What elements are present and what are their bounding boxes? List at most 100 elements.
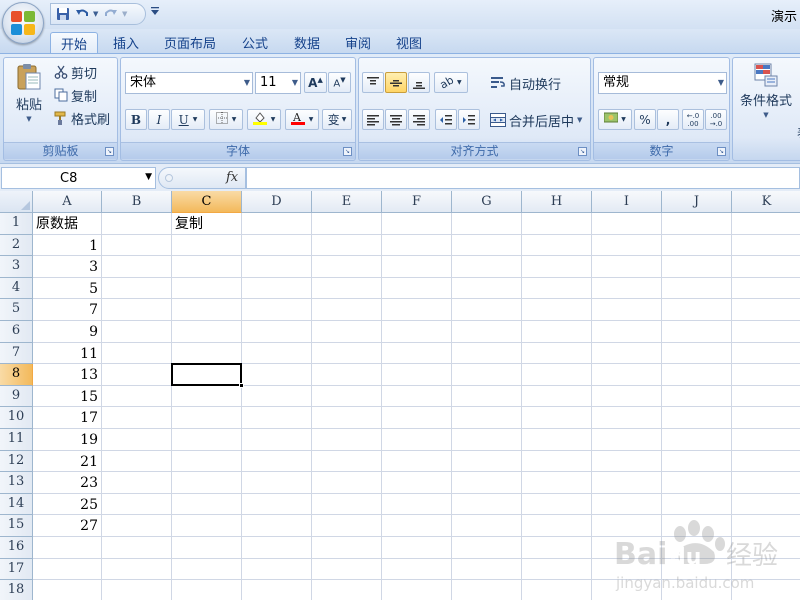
row-header-1[interactable]: 1 (0, 213, 33, 235)
cell-a5[interactable]: 7 (36, 301, 98, 320)
tab-home[interactable]: 开始 (50, 32, 98, 53)
cell-a10[interactable]: 17 (36, 409, 98, 428)
customize-qat-icon[interactable] (151, 6, 161, 22)
row-header-9[interactable]: 9 (0, 385, 33, 408)
row-header-8[interactable]: 8 (0, 364, 33, 386)
cell-a1[interactable]: 原数据 (36, 215, 98, 234)
align-top-button[interactable] (362, 72, 384, 93)
conditional-format-button[interactable]: 条件格式 ▼ (737, 62, 795, 138)
undo-dropdown-icon[interactable]: ▼ (93, 6, 100, 22)
underline-button[interactable]: U ▼ (171, 109, 205, 130)
active-cell-cursor[interactable] (171, 363, 242, 386)
tab-data[interactable]: 数据 (284, 32, 330, 53)
tab-view[interactable]: 视图 (386, 32, 432, 53)
row-header-3[interactable]: 3 (0, 256, 33, 278)
column-header-d[interactable]: D (242, 191, 312, 213)
column-header-b[interactable]: B (102, 191, 172, 213)
save-icon[interactable] (55, 6, 71, 22)
font-size-combo[interactable]: 11 ▼ (255, 72, 301, 94)
bold-button[interactable]: B (125, 109, 147, 130)
row-header-18[interactable]: 18 (0, 580, 33, 600)
office-button[interactable] (2, 2, 44, 44)
row-header-4[interactable]: 4 (0, 277, 33, 300)
row-header-5[interactable]: 5 (0, 299, 33, 321)
align-right-button[interactable] (408, 109, 430, 130)
paste-button[interactable]: 粘贴 ▼ (9, 62, 49, 138)
shrink-font-button[interactable]: A▼ (328, 72, 351, 93)
phonetic-button[interactable]: 变 ▼ (322, 109, 352, 130)
column-header-h[interactable]: H (522, 191, 592, 213)
column-header-j[interactable]: J (662, 191, 732, 213)
column-header-e[interactable]: E (312, 191, 382, 213)
tab-formulas[interactable]: 公式 (232, 32, 278, 53)
merge-center-button[interactable]: 合并后居中 ▼ (490, 109, 582, 131)
tab-insert[interactable]: 插入 (104, 32, 148, 53)
insert-function-icon[interactable]: fx (226, 170, 238, 185)
cell-a11[interactable]: 19 (36, 431, 98, 450)
align-middle-button[interactable] (385, 72, 407, 93)
row-header-6[interactable]: 6 (0, 321, 33, 343)
fill-handle[interactable] (239, 382, 244, 388)
increase-indent-button[interactable] (458, 109, 480, 130)
cell-a8[interactable]: 13 (36, 366, 98, 385)
row-header-7[interactable]: 7 (0, 342, 33, 365)
alignment-launcher-icon[interactable]: ↘ (578, 147, 587, 156)
number-launcher-icon[interactable]: ↘ (717, 147, 726, 156)
format-painter-button[interactable]: 格式刷 (54, 108, 110, 128)
align-left-button[interactable] (362, 109, 384, 130)
undo-icon[interactable] (74, 6, 90, 22)
clipboard-launcher-icon[interactable]: ↘ (105, 147, 114, 156)
column-header-k[interactable]: K (732, 191, 800, 213)
cell-c1[interactable]: 复制 (175, 215, 238, 234)
cell-a15[interactable]: 27 (36, 517, 98, 536)
cell-a3[interactable]: 3 (36, 258, 98, 277)
italic-button[interactable]: I (148, 109, 170, 130)
wrap-text-button[interactable]: 自动换行 (490, 72, 561, 94)
column-header-i[interactable]: I (592, 191, 662, 213)
align-bottom-button[interactable] (408, 72, 430, 93)
decrease-indent-button[interactable] (435, 109, 457, 130)
worksheet-grid[interactable]: A B C D E F G H I J K 1 2 3 4 5 6 7 8 9 10 11 12 13 14 15 16 17 18 原数… (0, 191, 800, 600)
resize-grip-icon[interactable] (165, 174, 173, 182)
cell-a4[interactable]: 5 (36, 280, 98, 299)
column-header-c[interactable]: C (172, 191, 242, 213)
comma-style-button[interactable]: , (657, 109, 679, 130)
formula-input[interactable] (246, 167, 800, 189)
font-name-combo[interactable]: 宋体 ▼ (125, 72, 253, 94)
cell-a9[interactable]: 15 (36, 388, 98, 407)
row-header-2[interactable]: 2 (0, 234, 33, 257)
percent-style-button[interactable]: % (634, 109, 656, 130)
accounting-format-button[interactable]: ▼ (598, 109, 632, 130)
cut-button[interactable]: 剪切 (54, 62, 97, 82)
borders-button[interactable]: ▼ (209, 109, 243, 130)
cell-a7[interactable]: 11 (36, 345, 98, 364)
number-format-combo[interactable]: 常规 ▼ (598, 72, 727, 94)
tab-page-layout[interactable]: 页面布局 (156, 32, 224, 53)
redo-dropdown-icon[interactable]: ▼ (122, 6, 129, 22)
cell-a14[interactable]: 25 (36, 496, 98, 515)
tab-review[interactable]: 审阅 (336, 32, 380, 53)
row-header-11[interactable]: 11 (0, 429, 33, 451)
row-header-12[interactable]: 12 (0, 450, 33, 473)
cell-a12[interactable]: 21 (36, 453, 98, 472)
row-header-17[interactable]: 17 (0, 558, 33, 581)
font-color-button[interactable]: A ▼ (285, 109, 319, 130)
row-header-14[interactable]: 14 (0, 493, 33, 516)
select-all-button[interactable] (0, 191, 33, 213)
row-header-16[interactable]: 16 (0, 537, 33, 559)
row-header-10[interactable]: 10 (0, 407, 33, 429)
chevron-down-icon[interactable]: ▼ (145, 172, 152, 182)
cell-a2[interactable]: 1 (36, 237, 98, 256)
row-header-13[interactable]: 13 (0, 472, 33, 494)
fill-color-button[interactable]: ▼ (247, 109, 281, 130)
align-center-button[interactable] (385, 109, 407, 130)
column-header-a[interactable]: A (33, 191, 102, 213)
column-header-f[interactable]: F (382, 191, 452, 213)
decrease-decimal-button[interactable]: .00 →.0 (705, 109, 727, 130)
column-header-g[interactable]: G (452, 191, 522, 213)
name-box[interactable]: C8 ▼ (1, 167, 156, 189)
copy-button[interactable]: 复制 (54, 85, 97, 105)
grow-font-button[interactable]: A▲ (304, 72, 327, 93)
cell-a6[interactable]: 9 (36, 323, 98, 342)
increase-decimal-button[interactable]: ←.0.00 (682, 109, 704, 130)
